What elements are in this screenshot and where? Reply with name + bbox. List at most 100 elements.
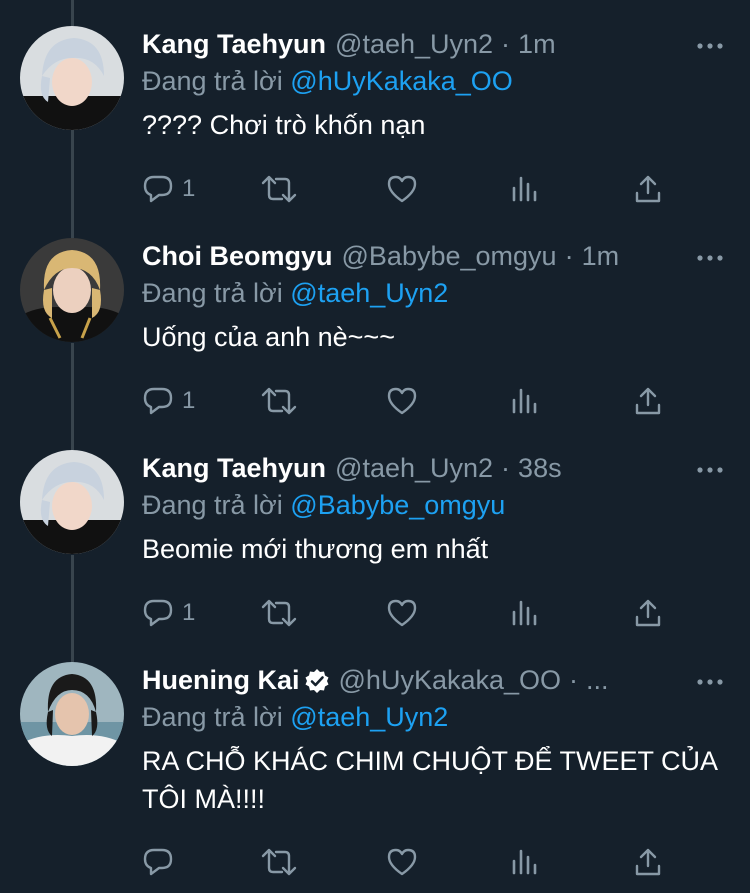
share-icon (634, 847, 662, 877)
retweet-icon (260, 174, 298, 204)
thread-line (71, 0, 74, 26)
analytics-button[interactable] (510, 381, 538, 421)
avatar[interactable] (20, 662, 124, 766)
tweet-actions: 1 (142, 169, 672, 209)
author-handle[interactable]: @Babybe_omgyu (342, 238, 557, 274)
silver-hair-avatar-icon (20, 450, 124, 554)
author-name[interactable]: Huening Kai (142, 662, 300, 698)
avatar[interactable] (20, 26, 124, 130)
avatar[interactable] (20, 450, 124, 554)
more-icon (697, 467, 723, 473)
replying-label: Đang trả lời (142, 490, 283, 520)
analytics-button[interactable] (510, 169, 538, 209)
more-options-button[interactable] (690, 26, 730, 66)
reply-button[interactable] (142, 842, 182, 882)
more-options-button[interactable] (690, 450, 730, 490)
blonde-hair-avatar-icon (20, 238, 124, 342)
reply-count: 1 (182, 175, 196, 202)
like-button[interactable] (386, 842, 418, 882)
separator: · (501, 29, 511, 59)
timestamp[interactable]: 1m (582, 238, 620, 274)
replying-to: Đang trả lời @taeh_Uyn2 (142, 699, 730, 735)
heart-icon (386, 174, 418, 204)
share-button[interactable] (634, 169, 662, 209)
reply-button[interactable]: 1 (142, 381, 195, 421)
analytics-icon (510, 598, 538, 628)
mention-link[interactable]: @taeh_Uyn2 (290, 702, 448, 732)
analytics-icon (510, 174, 538, 204)
author-handle[interactable]: @taeh_Uyn2 (335, 450, 493, 486)
reply-icon (142, 174, 174, 204)
retweet-icon (260, 847, 298, 877)
mention-link[interactable]: @Babybe_omgyu (290, 490, 505, 520)
heart-icon (386, 847, 418, 877)
share-icon (634, 598, 662, 628)
reply-button[interactable]: 1 (142, 169, 195, 209)
retweet-button[interactable] (260, 593, 298, 633)
share-button[interactable] (634, 593, 662, 633)
replying-label: Đang trả lời (142, 702, 283, 732)
dark-hair-avatar-icon (20, 662, 124, 766)
share-button[interactable] (634, 842, 662, 882)
analytics-button[interactable] (510, 842, 538, 882)
reply-icon (142, 386, 174, 416)
share-icon (634, 386, 662, 416)
share-button[interactable] (634, 381, 662, 421)
tweet[interactable]: Huening Kai @hUyKakaka_OO · ... Đang trả… (0, 662, 750, 893)
more-icon (697, 255, 723, 261)
avatar[interactable] (20, 238, 124, 342)
retweet-button[interactable] (260, 842, 298, 882)
retweet-button[interactable] (260, 381, 298, 421)
author-name[interactable]: Kang Taehyun (142, 450, 326, 486)
author-name[interactable]: Choi Beomgyu (142, 238, 333, 274)
separator: · (564, 241, 574, 271)
reply-icon (142, 598, 174, 628)
more-options-button[interactable] (690, 238, 730, 278)
heart-icon (386, 386, 418, 416)
replying-label: Đang trả lời (142, 278, 283, 308)
tweet-actions (142, 842, 672, 882)
verified-badge-icon (304, 667, 330, 693)
analytics-button[interactable] (510, 593, 538, 633)
retweet-icon (260, 598, 298, 628)
author-handle[interactable]: @hUyKakaka_OO (339, 662, 562, 698)
tweet-text: Beomie mới thương em nhất (142, 534, 489, 564)
replying-to: Đang trả lời @hUyKakaka_OO (142, 63, 730, 99)
mention-link[interactable]: @hUyKakaka_OO (290, 66, 513, 96)
reply-button[interactable]: 1 (142, 593, 195, 633)
tweet[interactable]: Kang Taehyun @taeh_Uyn2 · 38s Đang trả l… (0, 450, 750, 650)
timestamp[interactable]: ... (586, 662, 609, 698)
retweet-button[interactable] (260, 169, 298, 209)
tweet-text: Uống của anh nè~~~ (142, 322, 395, 352)
separator: · (569, 665, 579, 695)
more-icon (697, 43, 723, 49)
tweet-actions: 1 (142, 593, 672, 633)
timestamp[interactable]: 1m (518, 26, 556, 62)
reply-count: 1 (182, 599, 196, 626)
timestamp[interactable]: 38s (518, 450, 562, 486)
analytics-icon (510, 386, 538, 416)
retweet-icon (260, 386, 298, 416)
separator: · (501, 453, 511, 483)
tweet-text: ???? Chơi trò khốn nạn (142, 110, 426, 140)
like-button[interactable] (386, 381, 418, 421)
reply-icon (142, 847, 174, 877)
replying-label: Đang trả lời (142, 66, 283, 96)
replying-to: Đang trả lời @Babybe_omgyu (142, 487, 730, 523)
tweet[interactable]: Choi Beomgyu @Babybe_omgyu · 1m Đang trả… (0, 238, 750, 438)
like-button[interactable] (386, 169, 418, 209)
more-options-button[interactable] (690, 662, 730, 702)
heart-icon (386, 598, 418, 628)
replying-to: Đang trả lời @taeh_Uyn2 (142, 275, 730, 311)
more-icon (697, 679, 723, 685)
share-icon (634, 174, 662, 204)
tweet-text: RA CHỖ KHÁC CHIM CHUỘT ĐỂ TWEET CỦA TÔI … (142, 746, 717, 814)
reply-count: 1 (182, 387, 196, 414)
analytics-icon (510, 847, 538, 877)
author-name[interactable]: Kang Taehyun (142, 26, 326, 62)
author-handle[interactable]: @taeh_Uyn2 (335, 26, 493, 62)
tweet[interactable]: Kang Taehyun @taeh_Uyn2 · 1m Đang trả lờ… (0, 26, 750, 226)
like-button[interactable] (386, 593, 418, 633)
silver-hair-avatar-icon (20, 26, 124, 130)
mention-link[interactable]: @taeh_Uyn2 (290, 278, 448, 308)
